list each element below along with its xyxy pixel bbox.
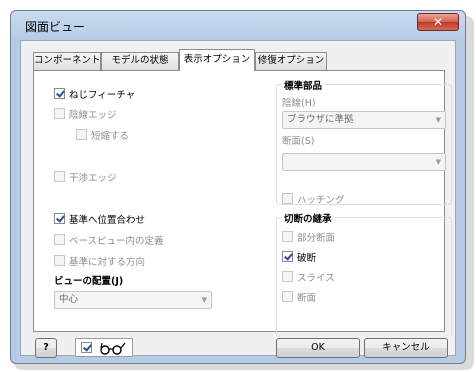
- hidden-line-select[interactable]: ブラウザに準拠 ▼: [282, 111, 446, 129]
- hidden-line-label: 陰線(H): [282, 98, 316, 109]
- view-justification-label: ビューの配置(J): [54, 276, 124, 287]
- chevron-down-icon: ▼: [201, 296, 207, 304]
- help-button[interactable]: ?: [35, 338, 57, 358]
- hatching-label: ハッチング: [297, 195, 345, 206]
- slice-checkbox[interactable]: [282, 271, 293, 282]
- slice-label: スライス: [297, 273, 335, 284]
- tab-display-options[interactable]: 表示オプション: [179, 49, 255, 71]
- chevron-down-icon: ▼: [435, 116, 441, 124]
- orientation-to-base-checkbox[interactable]: [54, 255, 65, 266]
- dialog-title: 図面ビュー: [25, 20, 86, 34]
- break-checkbox[interactable]: [282, 251, 293, 262]
- foreshortened-checkbox[interactable]: [76, 129, 87, 140]
- view-justification-value: 中心: [59, 294, 79, 305]
- foreshortened-label: 短縮する: [91, 131, 130, 142]
- preview-checkbox[interactable]: [81, 342, 92, 353]
- section-cut-checkbox[interactable]: [282, 291, 293, 302]
- chevron-down-icon: ▼: [435, 158, 441, 166]
- tab-components[interactable]: コンポーネント: [33, 52, 101, 70]
- hidden-edges-checkbox[interactable]: [54, 108, 65, 119]
- define-in-base-view-label: ベースビュー内の定義: [69, 236, 164, 247]
- close-icon: ✕: [432, 15, 444, 29]
- tab-recovery-options[interactable]: 修復オプション: [255, 52, 327, 70]
- orientation-to-base-label: 基準に対する方向: [69, 257, 146, 268]
- partial-section-label: 部分断面: [297, 233, 336, 244]
- standard-parts-title: 標準部品: [282, 78, 325, 92]
- ok-button[interactable]: OK: [276, 338, 360, 358]
- thread-feature-checkbox[interactable]: [54, 88, 65, 99]
- hidden-edges-label: 陰線エッジ: [69, 110, 117, 121]
- cancel-button[interactable]: キャンセル: [364, 338, 448, 358]
- interference-edges-checkbox[interactable]: [54, 171, 65, 182]
- break-label: 破断: [297, 253, 317, 264]
- section-cut-label: 断面: [297, 293, 317, 304]
- glasses-icon: [100, 342, 126, 355]
- partial-section-checkbox[interactable]: [282, 231, 293, 242]
- preview-toggle[interactable]: [75, 338, 133, 357]
- section-select[interactable]: ▼: [282, 153, 446, 171]
- close-button[interactable]: ✕: [417, 13, 459, 31]
- cut-inheritance-title: 切断の継承: [282, 211, 334, 225]
- thread-feature-label: ねじフィーチャ: [69, 90, 136, 101]
- tab-model-state[interactable]: モデルの状態: [101, 52, 179, 70]
- help-icon: ?: [43, 342, 49, 353]
- interference-edges-label: 干渉エッジ: [69, 173, 117, 184]
- align-to-base-checkbox[interactable]: [54, 213, 65, 224]
- dialog-client-area: コンポーネント モデルの状態 表示オプション 修復オプション ねじフィーチャ 陰…: [20, 40, 456, 358]
- section-label: 断面(S): [282, 136, 315, 147]
- dialog-window: 図面ビュー ✕ コンポーネント モデルの状態 表示オプション 修復オプション ね…: [10, 10, 466, 364]
- define-in-base-view-checkbox[interactable]: [54, 234, 65, 245]
- hidden-line-value: ブラウザに準拠: [287, 114, 354, 125]
- view-justification-select[interactable]: 中心 ▼: [54, 291, 212, 309]
- display-options-panel: ねじフィーチャ 陰線エッジ 短縮する 干渉エッジ 基準へ位置合わせ ベースビュー…: [33, 70, 452, 337]
- align-to-base-label: 基準へ位置合わせ: [69, 215, 146, 226]
- hatching-checkbox[interactable]: [282, 193, 293, 204]
